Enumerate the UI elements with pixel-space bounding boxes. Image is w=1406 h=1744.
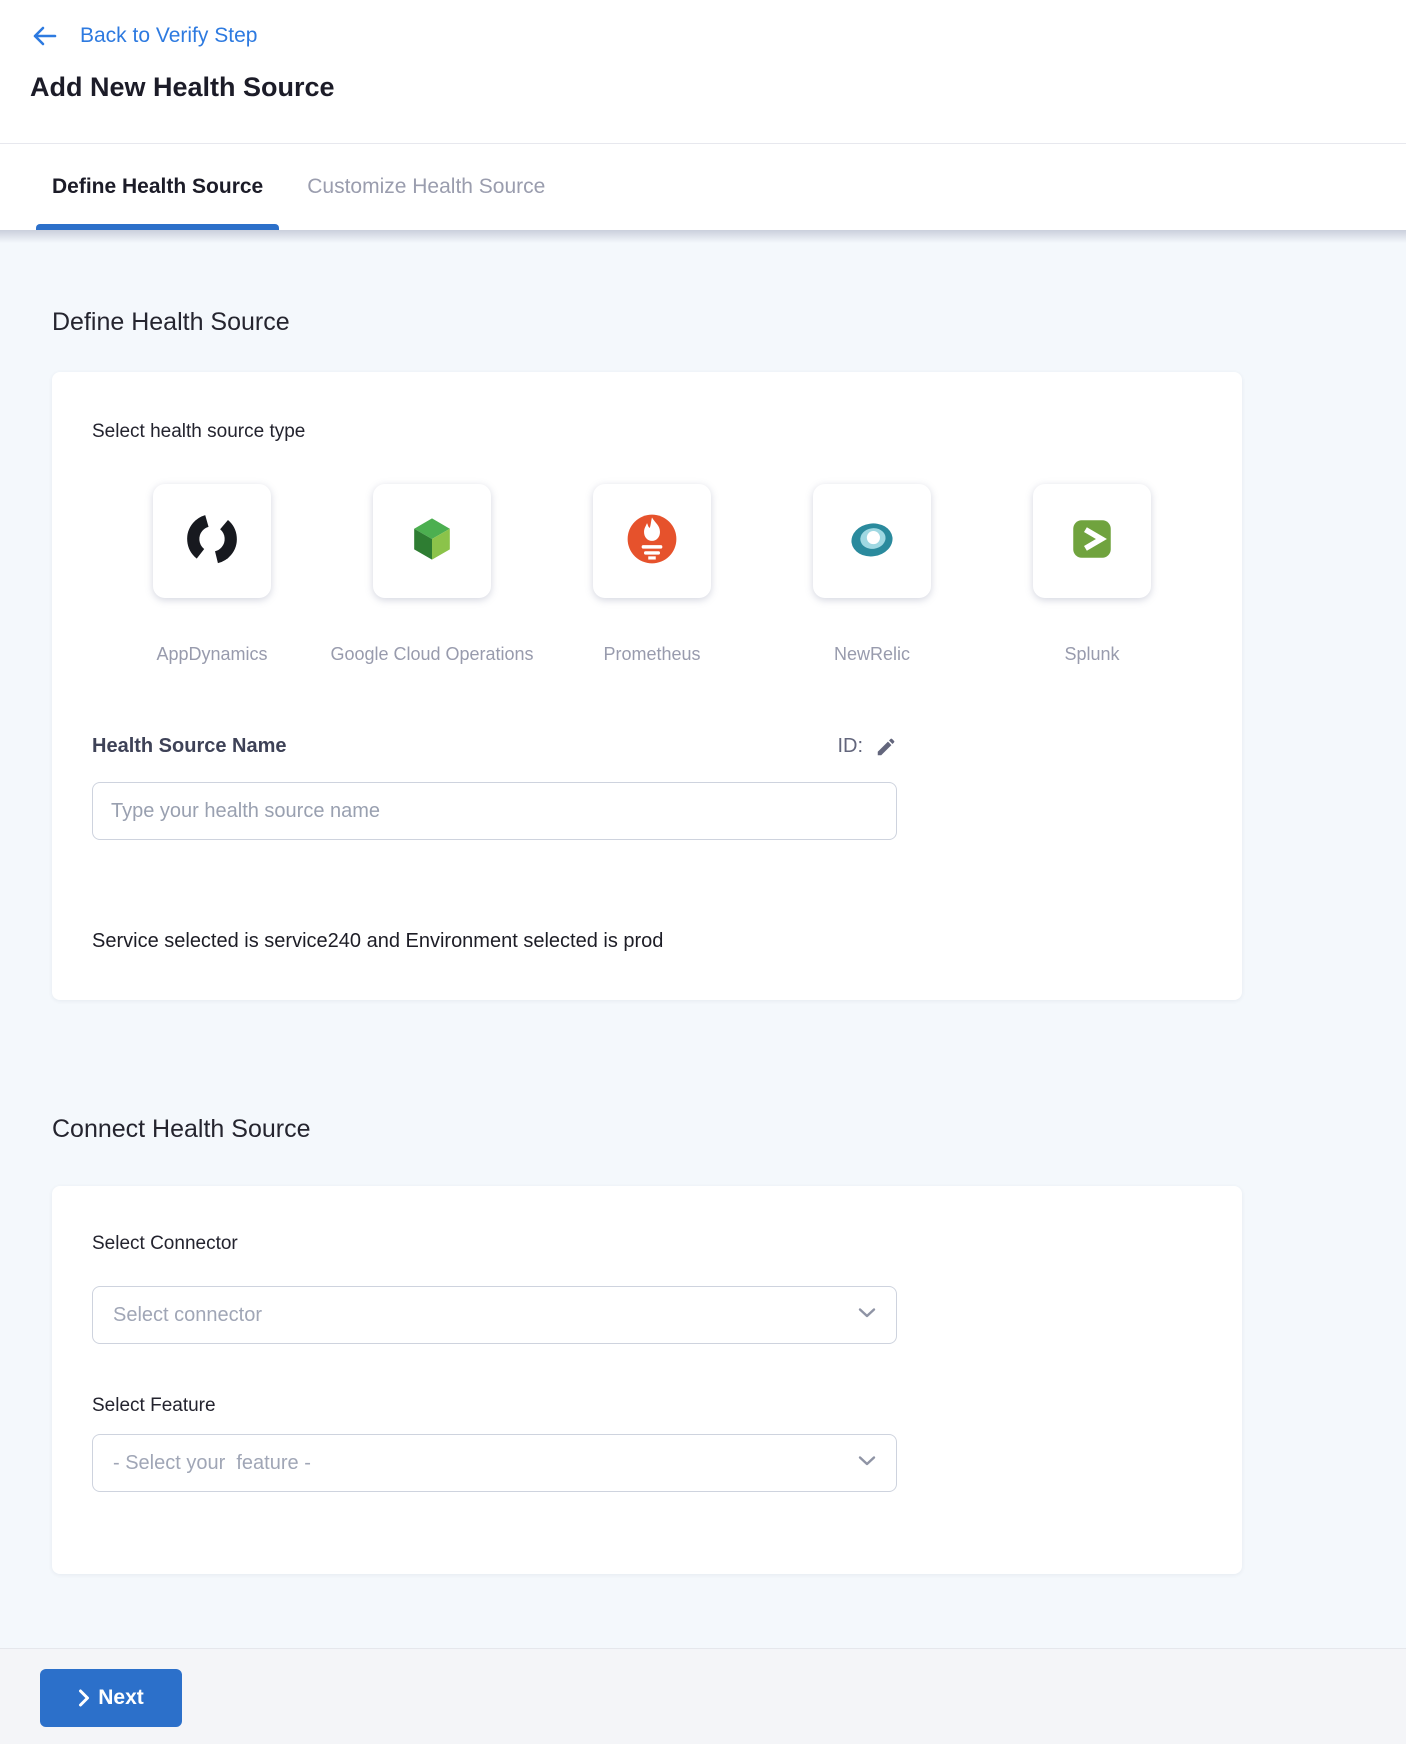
- back-to-verify-step-link[interactable]: Back to Verify Step: [30, 22, 1376, 50]
- connect-section-heading: Connect Health Source: [52, 1112, 1406, 1146]
- edit-pencil-icon[interactable]: [863, 736, 897, 758]
- next-button[interactable]: Next: [40, 1669, 182, 1727]
- back-arrow-icon: [30, 24, 58, 48]
- next-button-label: Next: [98, 1686, 144, 1710]
- health-source-type-row: AppDynamics Google Cloud Operations: [102, 484, 1202, 666]
- feature-select-placeholder: - Select your feature -: [113, 1452, 311, 1475]
- feature-select[interactable]: - Select your feature -: [92, 1434, 897, 1492]
- select-source-type-label: Select health source type: [92, 420, 1202, 444]
- prometheus-icon: [622, 509, 682, 574]
- next-chevron-icon: [78, 1689, 90, 1707]
- tab-bar: Define Health Source Customize Health So…: [0, 143, 1406, 230]
- chevron-down-icon: [858, 1306, 876, 1324]
- appdynamics-tile[interactable]: [153, 484, 271, 598]
- health-source-name-input[interactable]: [92, 782, 897, 840]
- select-feature-label: Select Feature: [92, 1394, 1202, 1418]
- newrelic-tile[interactable]: [813, 484, 931, 598]
- chevron-down-icon: [858, 1454, 876, 1472]
- define-health-source-card: Select health source type AppDynamics: [52, 372, 1242, 1000]
- prometheus-tile[interactable]: [593, 484, 711, 598]
- page-title: Add New Health Source: [30, 70, 1376, 104]
- connector-select-placeholder: Select connector: [113, 1304, 262, 1327]
- id-group: ID:: [837, 735, 897, 758]
- tab-customize-health-source[interactable]: Customize Health Source: [291, 144, 561, 231]
- page-content: Define Health Source Select health sourc…: [0, 230, 1406, 1648]
- source-option-appdynamics: AppDynamics: [102, 484, 322, 666]
- connector-select[interactable]: Select connector: [92, 1286, 897, 1344]
- source-option-newrelic: NewRelic: [762, 484, 982, 666]
- connect-health-source-card: Select Connector Select connector Select…: [52, 1186, 1242, 1574]
- splunk-icon: [1062, 509, 1122, 574]
- prometheus-label: Prometheus: [603, 642, 700, 666]
- google-cloud-operations-label: Google Cloud Operations: [330, 642, 533, 666]
- service-environment-text: Service selected is service240 and Envir…: [92, 928, 1202, 954]
- tab-customize-label: Customize Health Source: [307, 175, 545, 199]
- footer-bar: Next: [0, 1648, 1406, 1744]
- appdynamics-label: AppDynamics: [156, 642, 267, 666]
- appdynamics-icon: [182, 509, 242, 574]
- health-source-name-row: Health Source Name ID:: [92, 730, 897, 758]
- health-source-name-label: Health Source Name: [92, 735, 287, 758]
- splunk-tile[interactable]: [1033, 484, 1151, 598]
- tab-define-health-source[interactable]: Define Health Source: [36, 144, 279, 231]
- newrelic-label: NewRelic: [834, 642, 910, 666]
- source-option-splunk: Splunk: [982, 484, 1202, 666]
- source-option-prometheus: Prometheus: [542, 484, 762, 666]
- splunk-label: Splunk: [1064, 642, 1119, 666]
- id-label: ID:: [837, 735, 863, 758]
- tab-define-label: Define Health Source: [52, 175, 263, 199]
- source-option-google-cloud-operations: Google Cloud Operations: [322, 484, 542, 666]
- select-connector-label: Select Connector: [92, 1232, 1202, 1256]
- page-header: Back to Verify Step Add New Health Sourc…: [0, 0, 1406, 104]
- define-section-heading: Define Health Source: [52, 230, 1406, 339]
- newrelic-icon: [842, 509, 902, 574]
- google-cloud-operations-tile[interactable]: [373, 484, 491, 598]
- back-link-label[interactable]: Back to Verify Step: [80, 24, 257, 48]
- google-cloud-operations-icon: [402, 509, 462, 574]
